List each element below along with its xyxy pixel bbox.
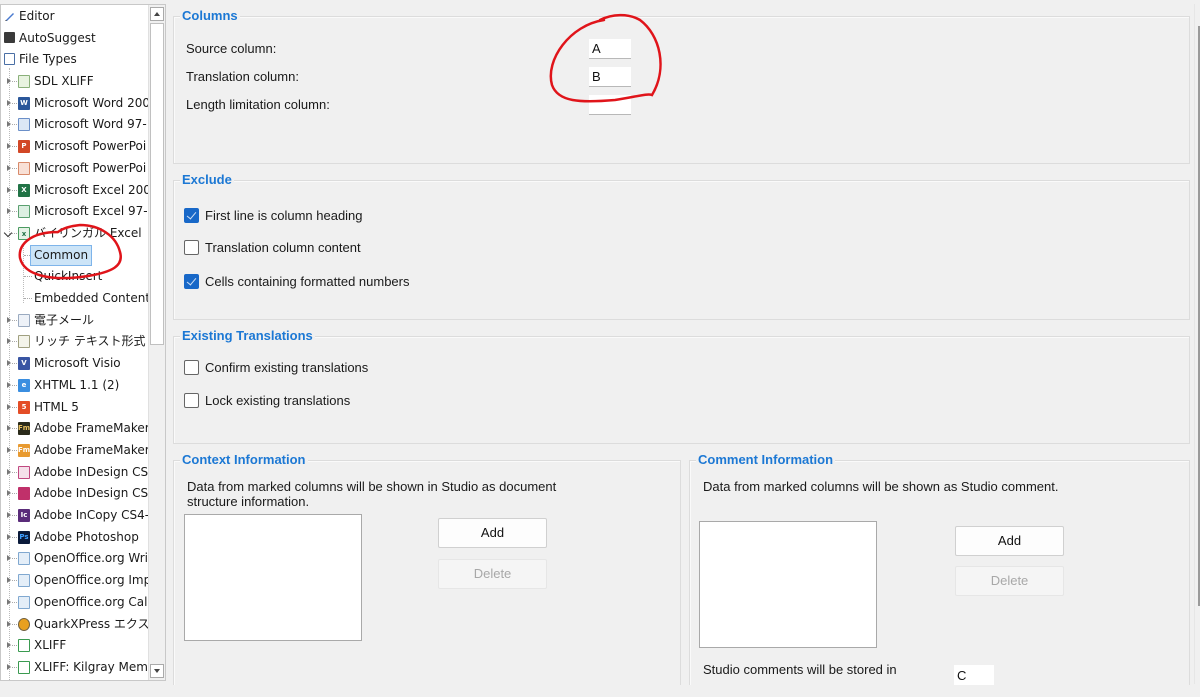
exclude-group: Exclude First line is column heading Tra… bbox=[173, 172, 1190, 320]
comment-information-title: Comment Information bbox=[696, 452, 836, 468]
context-description: Data from marked columns will be shown i… bbox=[187, 479, 557, 509]
context-information-title: Context Information bbox=[180, 452, 308, 468]
excel-legacy-icon bbox=[18, 205, 30, 219]
collapsed-arrow-icon[interactable] bbox=[7, 316, 11, 323]
collapsed-arrow-icon[interactable] bbox=[7, 555, 11, 562]
collapsed-arrow-icon[interactable] bbox=[7, 338, 11, 345]
comment-information-group: Comment Information Data from marked col… bbox=[689, 452, 1190, 685]
indesign-idml-icon bbox=[18, 487, 30, 501]
collapsed-arrow-icon[interactable] bbox=[7, 425, 11, 432]
photoshop-icon: Ps bbox=[18, 530, 30, 544]
html5-icon: 5 bbox=[18, 400, 30, 414]
email-icon bbox=[18, 313, 30, 327]
collapsed-arrow-icon[interactable] bbox=[7, 186, 11, 193]
collapsed-arrow-icon[interactable] bbox=[7, 164, 11, 171]
xhtml-icon: e bbox=[18, 378, 30, 392]
collapsed-arrow-icon[interactable] bbox=[7, 620, 11, 627]
collapsed-arrow-icon[interactable] bbox=[7, 512, 11, 518]
columns-group: Columns Source column: Translation colum… bbox=[173, 8, 1190, 164]
openoffice-writer-icon bbox=[18, 552, 30, 566]
confirm-existing-checkbox[interactable]: Confirm existing translations bbox=[184, 360, 368, 375]
powerpoint-icon: P bbox=[18, 140, 30, 154]
collapsed-arrow-icon[interactable] bbox=[7, 143, 11, 150]
collapsed-arrow-icon[interactable] bbox=[7, 208, 11, 215]
pencil-icon bbox=[5, 13, 14, 21]
indesign-icon bbox=[18, 465, 30, 479]
tree-connector bbox=[24, 298, 32, 299]
collapsed-arrow-icon[interactable] bbox=[7, 403, 11, 410]
context-delete-button: Delete bbox=[438, 559, 547, 589]
existing-translations-title: Existing Translations bbox=[180, 328, 315, 344]
expanded-arrow-icon[interactable] bbox=[3, 228, 13, 238]
file-types-icon bbox=[4, 53, 15, 65]
xliff-icon bbox=[18, 639, 30, 653]
excel-icon: X bbox=[18, 183, 30, 197]
collapsed-arrow-icon[interactable] bbox=[7, 446, 11, 453]
formatted-numbers-checkbox[interactable]: Cells containing formatted numbers bbox=[184, 274, 410, 289]
source-column-label: Source column: bbox=[186, 41, 277, 56]
tree-scrollbar[interactable] bbox=[148, 5, 165, 680]
scroll-up-arrow-icon[interactable] bbox=[150, 7, 164, 21]
comment-delete-button: Delete bbox=[955, 566, 1064, 596]
collapsed-arrow-icon[interactable] bbox=[7, 598, 11, 605]
comment-add-button[interactable]: Add bbox=[955, 526, 1064, 556]
translation-column-label: Translation column: bbox=[186, 69, 299, 84]
context-add-button[interactable]: Add bbox=[438, 518, 547, 548]
autosuggest-icon bbox=[4, 32, 15, 43]
existing-translations-group: Existing Translations Confirm existing t… bbox=[173, 328, 1190, 444]
length-limitation-column-input[interactable] bbox=[589, 95, 631, 115]
main-scrollbar[interactable] bbox=[1194, 4, 1200, 684]
source-column-input[interactable] bbox=[589, 39, 631, 59]
length-limitation-column-label: Length limitation column: bbox=[186, 97, 330, 112]
openoffice-impress-icon bbox=[18, 574, 30, 588]
framemaker-icon: Fm bbox=[18, 422, 30, 436]
collapsed-arrow-icon[interactable] bbox=[7, 533, 11, 540]
xliff-kilgray-icon bbox=[18, 660, 30, 674]
first-line-heading-checkbox[interactable]: First line is column heading bbox=[184, 208, 363, 223]
tree-scroll-thumb[interactable] bbox=[150, 23, 164, 345]
columns-title: Columns bbox=[180, 8, 240, 24]
collapsed-arrow-icon[interactable] bbox=[7, 663, 11, 670]
lock-existing-checkbox[interactable]: Lock existing translations bbox=[184, 393, 350, 408]
collapsed-arrow-icon[interactable] bbox=[7, 78, 11, 84]
translation-column-input[interactable] bbox=[589, 67, 631, 87]
context-columns-listbox[interactable] bbox=[184, 514, 362, 641]
comment-columns-listbox[interactable] bbox=[699, 521, 877, 648]
comment-storage-column-input[interactable] bbox=[954, 665, 994, 685]
checkbox-box[interactable] bbox=[184, 393, 199, 408]
word-legacy-icon bbox=[18, 118, 30, 132]
checkbox-box[interactable] bbox=[184, 240, 199, 255]
tree-connector bbox=[24, 276, 32, 278]
comment-storage-label: Studio comments will be stored in bbox=[703, 662, 897, 677]
checkbox-box[interactable] bbox=[184, 274, 199, 289]
visio-icon: V bbox=[18, 357, 30, 371]
word-icon: W bbox=[18, 96, 30, 110]
collapsed-arrow-icon[interactable] bbox=[7, 468, 11, 475]
settings-tree[interactable]: Editor AutoSuggest File Types SDL XLIFF W… bbox=[0, 4, 166, 681]
scroll-down-arrow-icon[interactable] bbox=[150, 664, 164, 678]
collapsed-arrow-icon[interactable] bbox=[7, 121, 11, 128]
collapsed-arrow-icon[interactable] bbox=[7, 360, 11, 367]
incopy-icon: Ic bbox=[18, 509, 30, 522]
exclude-title: Exclude bbox=[180, 172, 234, 188]
framemaker-mif-icon: Fm bbox=[18, 443, 30, 457]
collapsed-arrow-icon[interactable] bbox=[7, 381, 11, 388]
checkbox-box[interactable] bbox=[184, 208, 199, 223]
context-information-group: Context Information Data from marked col… bbox=[173, 452, 681, 685]
comment-description: Data from marked columns will be shown a… bbox=[703, 479, 1059, 494]
collapsed-arrow-icon[interactable] bbox=[7, 99, 11, 106]
bilingual-excel-icon: x bbox=[18, 226, 30, 240]
openoffice-calc-icon bbox=[18, 595, 30, 609]
collapsed-arrow-icon[interactable] bbox=[7, 490, 11, 497]
rtf-icon bbox=[18, 335, 30, 349]
sdl-xliff-icon bbox=[18, 75, 30, 88]
checkbox-box[interactable] bbox=[184, 360, 199, 375]
collapsed-arrow-icon[interactable] bbox=[7, 577, 11, 584]
tree-guide-line bbox=[9, 68, 10, 680]
collapsed-arrow-icon[interactable] bbox=[7, 642, 11, 649]
translation-column-content-checkbox[interactable]: Translation column content bbox=[184, 240, 361, 255]
quarkxpress-icon bbox=[18, 617, 30, 631]
powerpoint-legacy-icon bbox=[18, 161, 30, 175]
